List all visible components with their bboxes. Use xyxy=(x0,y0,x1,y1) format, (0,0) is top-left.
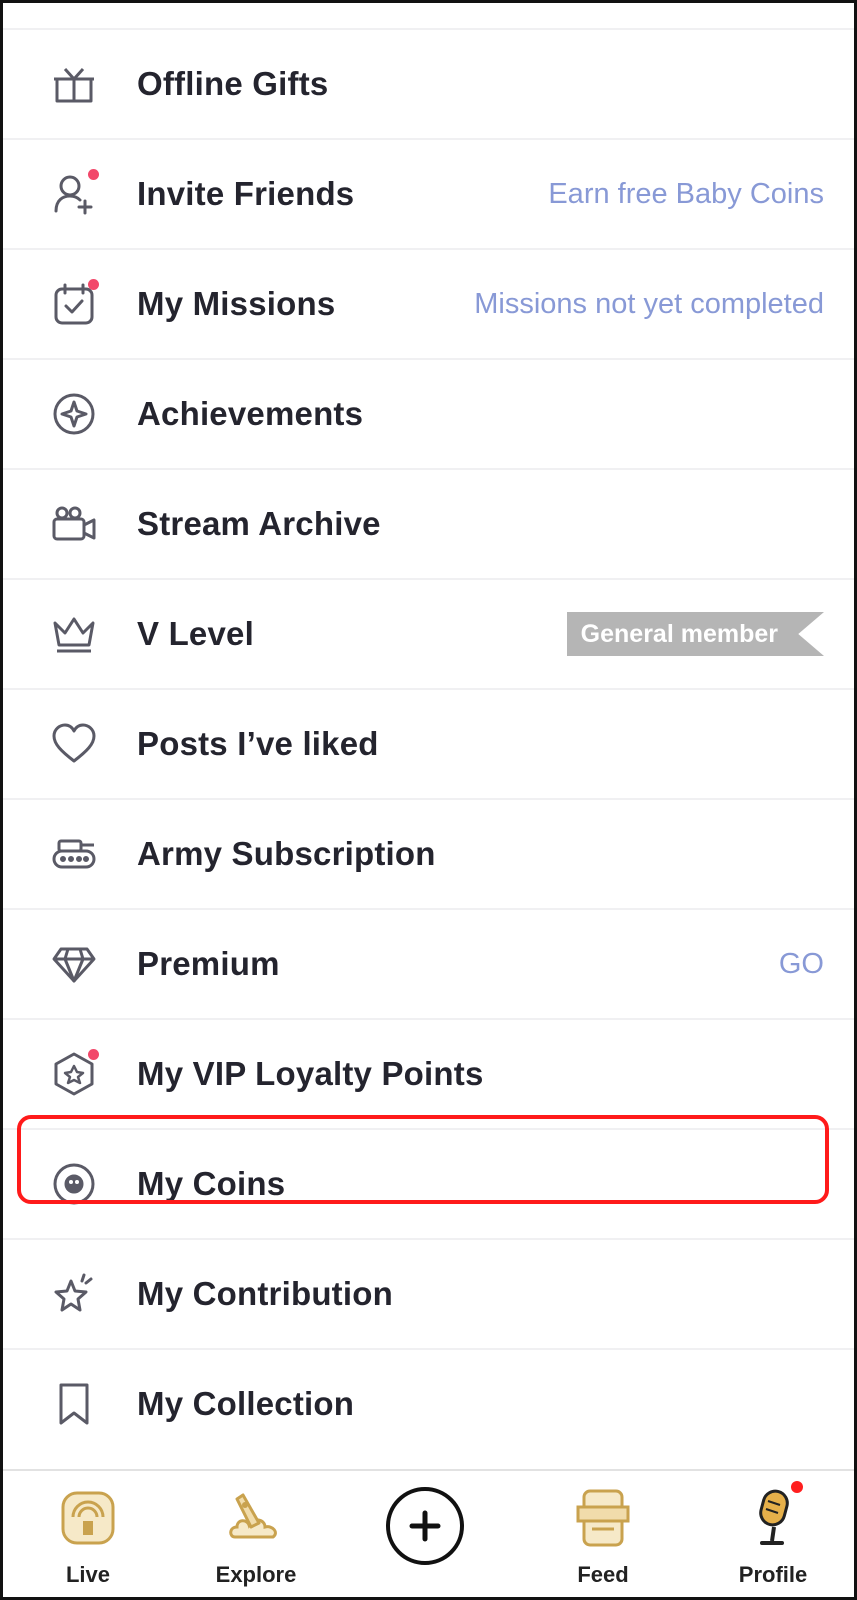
notification-dot xyxy=(88,1049,99,1060)
menu-item-invite-friends[interactable]: Invite Friends Earn free Baby Coins xyxy=(3,138,854,248)
menu-item-label: My Contribution xyxy=(137,1275,393,1312)
microphone-icon xyxy=(759,1489,789,1545)
menu-item-label: Invite Friends xyxy=(137,175,355,212)
tab-explore-label: Explore xyxy=(215,1562,297,1587)
star-sparkle-icon xyxy=(49,1269,99,1319)
plus-icon xyxy=(409,1510,441,1542)
bottom-tab-bar: Live Explore Feed Profile xyxy=(3,1469,854,1597)
heart-icon xyxy=(49,719,99,769)
menu-item-label: Premium xyxy=(137,945,280,982)
gift-icon xyxy=(49,59,99,109)
tab-profile-label: Profile xyxy=(738,1562,808,1587)
menu-item-label: Achievements xyxy=(137,395,364,432)
tab-feed[interactable]: Feed xyxy=(533,1471,673,1597)
invite-friends-hint: Earn free Baby Coins xyxy=(548,177,824,210)
screen: Offline Gifts Invite Friends Earn free B… xyxy=(0,0,857,1600)
menu-item-vip-loyalty-points[interactable]: My VIP Loyalty Points xyxy=(3,1018,854,1128)
video-camera-icon xyxy=(49,499,99,549)
tank-icon xyxy=(49,829,99,879)
tab-feed-label: Feed xyxy=(577,1562,629,1587)
menu-item-my-missions[interactable]: My Missions Missions not yet completed xyxy=(3,248,854,358)
menu-item-label: Stream Archive xyxy=(137,505,381,542)
menu-item-army-subscription[interactable]: Army Subscription xyxy=(3,798,854,908)
menu-item-label: My Collection xyxy=(137,1385,355,1422)
tab-live[interactable]: Live xyxy=(18,1471,158,1597)
create-post-button[interactable] xyxy=(386,1487,464,1565)
menu-item-label: V Level xyxy=(137,615,254,652)
achievement-compass-icon xyxy=(49,389,99,439)
tab-profile[interactable]: Profile xyxy=(703,1471,843,1597)
missions-status-hint: Missions not yet completed xyxy=(474,287,824,320)
menu-item-label: Posts I’ve liked xyxy=(137,725,379,762)
vip-hexagon-icon xyxy=(49,1049,99,1099)
menu-item-posts-liked[interactable]: Posts I’ve liked xyxy=(3,688,854,798)
menu-item-premium[interactable]: Premium GO xyxy=(3,908,854,1018)
notification-dot xyxy=(88,279,99,290)
mission-calendar-icon xyxy=(49,279,99,329)
profile-notification-dot xyxy=(791,1481,803,1493)
rocket-explore-icon xyxy=(229,1493,277,1539)
tab-explore[interactable]: Explore xyxy=(186,1471,326,1597)
menu-item-my-collection[interactable]: My Collection xyxy=(3,1348,854,1458)
tab-live-label: Live xyxy=(65,1562,111,1587)
highlight-box xyxy=(17,1115,829,1204)
add-user-icon xyxy=(49,169,99,219)
menu-item-label: My VIP Loyalty Points xyxy=(137,1055,484,1092)
membership-badge: General member xyxy=(566,612,824,656)
live-radio-icon xyxy=(61,1491,115,1545)
menu-item-label: Offline Gifts xyxy=(137,65,329,102)
menu-item-my-contribution[interactable]: My Contribution xyxy=(3,1238,854,1348)
menu-item-achievements[interactable]: Achievements xyxy=(3,358,854,468)
menu-item-stream-archive[interactable]: Stream Archive xyxy=(3,468,854,578)
menu-item-label: Army Subscription xyxy=(137,835,436,872)
menu-item-v-level[interactable]: V Level General member xyxy=(3,578,854,688)
profile-menu-list: Offline Gifts Invite Friends Earn free B… xyxy=(3,28,854,1458)
crown-icon xyxy=(49,609,99,659)
feed-phone-icon xyxy=(576,1489,630,1547)
diamond-icon xyxy=(49,939,99,989)
bookmark-icon xyxy=(49,1379,99,1429)
menu-item-offline-gifts[interactable]: Offline Gifts xyxy=(3,28,854,138)
menu-item-label: My Missions xyxy=(137,285,336,322)
notification-dot xyxy=(88,169,99,180)
premium-go-link[interactable]: GO xyxy=(779,948,824,981)
